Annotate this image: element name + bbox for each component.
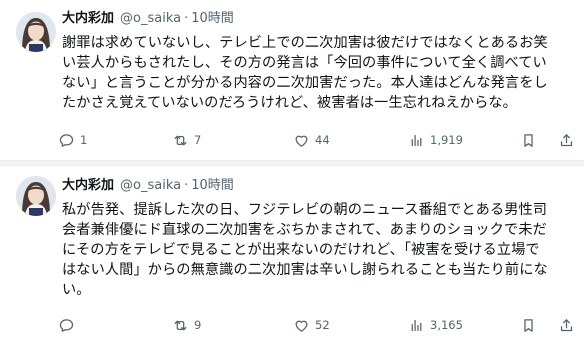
like-button[interactable]: 44: [293, 130, 330, 150]
tweet-text: 謝罪は求めていないし、テレビ上での二次加害は彼だけではなくとあるお笑 い芸人から…: [62, 33, 574, 113]
timestamp[interactable]: 10時間: [191, 11, 234, 26]
author-handle[interactable]: @o_saika: [120, 11, 181, 26]
bookmark-button[interactable]: [520, 130, 537, 150]
like-count: 52: [315, 318, 330, 332]
timeline-feed: 大内彩加 @o_saika · 10時間 謝罪は求めていないし、テレビ上での二次加害は…: [0, 0, 584, 343]
tweet-text-line: 謝罪は求めていないし、テレビ上での二次加害は彼だけではなくとあるお笑: [62, 35, 548, 51]
tweet-header: 大内彩加 @o_saika · 10時間: [62, 177, 234, 195]
views-button[interactable]: 1,919: [408, 130, 463, 150]
repost-button[interactable]: 7: [172, 130, 201, 150]
share-button[interactable]: [558, 315, 575, 335]
bar-chart-icon: [411, 134, 422, 146]
heart-icon: [295, 135, 308, 147]
repost-count: 9: [194, 318, 202, 332]
bookmark-button[interactable]: [520, 315, 537, 335]
separator: ·: [184, 11, 189, 26]
tweet-text-line: い芸人からもされたし、その方の発言は「今回の事件について全く調べてい: [62, 55, 547, 71]
timestamp[interactable]: 10時間: [191, 178, 234, 193]
speech-bubble-icon: [59, 318, 74, 332]
tweet-actions: 1 7 44 1,919: [58, 130, 578, 150]
tweet[interactable]: 大内彩加 @o_saika · 10時間 謝罪は求めていないし、テレビ上での二次加害は…: [0, 0, 584, 160]
tweet-text-line: 私が告発、提訴した次の日、フジテレビの朝のニュース番組でとある男性司: [62, 202, 548, 218]
avatar[interactable]: [16, 12, 56, 52]
author-name[interactable]: 大内彩加: [62, 178, 114, 193]
speech-bubble-icon: [59, 133, 74, 147]
tweet[interactable]: 大内彩加 @o_saika · 10時間 私が告発、提訴した次の日、フジテレビの朝のニ…: [0, 166, 584, 343]
tweet-header: 大内彩加 @o_saika · 10時間: [62, 10, 234, 28]
repost-arrows-icon: [174, 320, 187, 330]
tweet-text-line: ない」と言うことが分かる内容の二次加害だった。本人達はどんな発言をし: [62, 75, 548, 91]
avatar-image: [16, 176, 56, 216]
author-name[interactable]: 大内彩加: [62, 11, 114, 26]
views-button[interactable]: 3,165: [408, 315, 463, 335]
tweet-actions: 9 52 3,165: [58, 315, 578, 335]
repost-count: 7: [194, 133, 202, 147]
heart-icon: [295, 320, 308, 332]
tweet-text-line: はない人間」からの無意識の二次加害は辛いし謝られることも当たり前にな: [62, 262, 548, 278]
author-handle[interactable]: @o_saika: [120, 178, 181, 193]
share-button[interactable]: [558, 130, 575, 150]
avatar[interactable]: [16, 176, 56, 216]
tweet-text-line: い。: [62, 282, 91, 298]
views-count: 1,919: [430, 133, 463, 147]
tweet-text-line: にその方をテレビで見ることが出来ないのだけれど、「被害を受ける立場で: [62, 242, 540, 258]
bookmark-icon: [524, 318, 533, 332]
views-count: 3,165: [430, 318, 463, 332]
avatar-image: [16, 12, 56, 52]
tweet-text: 私が告発、提訴した次の日、フジテレビの朝のニュース番組でとある男性司 会者兼俳優…: [62, 200, 574, 300]
like-count: 44: [315, 133, 330, 147]
reply-button[interactable]: 1: [58, 130, 87, 150]
tweet-text-line: たかさえ覚えていないのだろうけれど、被害者は一生忘れねえからな。: [62, 95, 517, 111]
reply-count: 1: [80, 133, 88, 147]
like-button[interactable]: 52: [293, 315, 330, 335]
share-upload-icon: [560, 318, 573, 331]
bookmark-icon: [524, 133, 533, 147]
share-upload-icon: [560, 133, 573, 146]
repost-arrows-icon: [174, 135, 187, 145]
repost-button[interactable]: 9: [172, 315, 201, 335]
separator: ·: [184, 178, 189, 193]
tweet-text-line: 会者兼俳優にド直球の二次加害をぶちかまされて、あまりのショックで未だ: [62, 222, 547, 238]
reply-button[interactable]: [58, 315, 80, 335]
bar-chart-icon: [411, 319, 422, 331]
